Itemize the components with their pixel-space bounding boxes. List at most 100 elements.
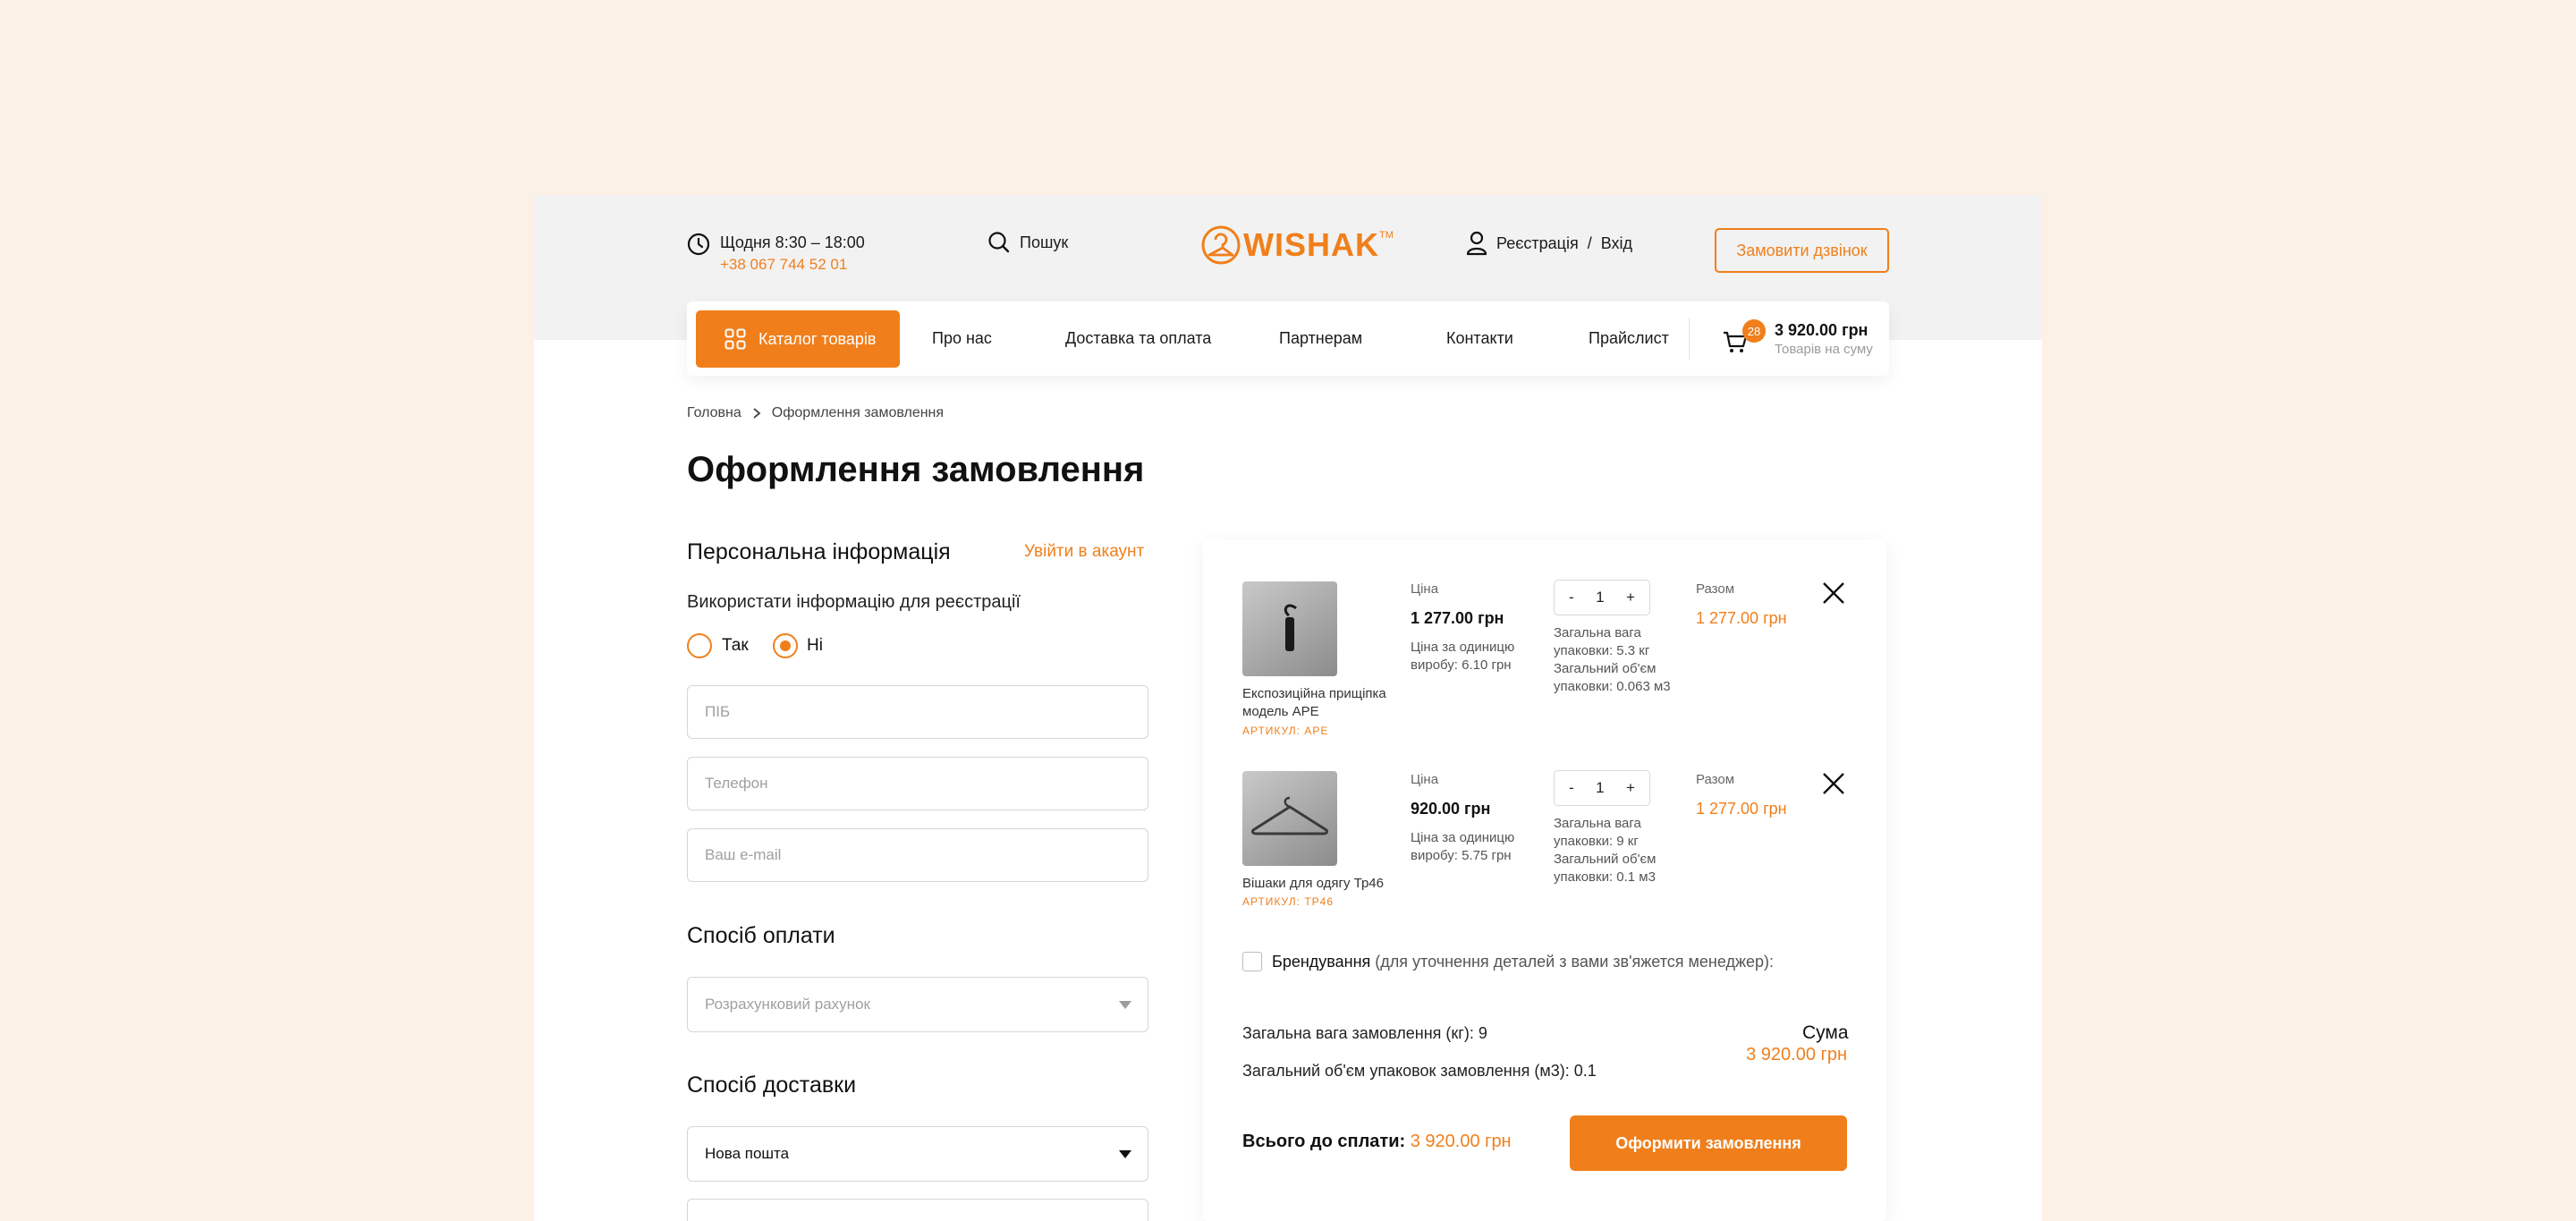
product-sku: АРТИКУЛ: ТР46 <box>1242 895 1334 908</box>
item-total-label: Разом <box>1696 581 1735 597</box>
unit-price-line: виробу: 5.75 грн <box>1411 848 1512 863</box>
email-field[interactable]: Ваш e-mail <box>687 828 1148 882</box>
search-button[interactable]: Пошук <box>987 231 1068 254</box>
login-link[interactable]: Вхід <box>1601 234 1632 253</box>
branding-checkbox[interactable] <box>1242 952 1262 971</box>
unit-price-line: Ціна за одиницю <box>1411 640 1515 655</box>
package-weight-line: Загальна вага <box>1554 625 1641 640</box>
register-question: Використати інформацію для реєстрації <box>687 592 1021 612</box>
unit-price: Ціна за одиницю виробу: 5.75 грн <box>1411 829 1514 865</box>
cart-caption: Товарів на суму <box>1775 342 1873 357</box>
next-field[interactable] <box>687 1199 1148 1221</box>
personal-info-title: Персональна інформація <box>687 539 951 564</box>
remove-item-close-icon[interactable] <box>1822 581 1845 605</box>
qty-minus-button[interactable]: - <box>1569 589 1574 606</box>
account-area: Реєстрація / Вхід <box>1466 231 1632 256</box>
payment-select[interactable]: Розрахунковий рахунок <box>687 977 1148 1032</box>
nav-item-partners[interactable]: Партнерам <box>1279 301 1362 376</box>
nav-item-pricelist[interactable]: Прайслист <box>1589 301 1669 376</box>
product-name-line: Експозиційна прищіпка <box>1242 686 1386 701</box>
qty-minus-button[interactable]: - <box>1569 779 1574 797</box>
delivery-title: Спосіб доставки <box>687 1073 857 1098</box>
dropdown-arrow-icon <box>1119 1001 1131 1009</box>
logo[interactable]: WISHAK TM <box>1200 225 1394 266</box>
total-volume: Загальний об'єм упаковок замовлення (м3)… <box>1242 1062 1597 1080</box>
remove-item-close-icon[interactable] <box>1822 772 1845 795</box>
branding-note: (для уточнення деталей з вами зв'яжется … <box>1375 953 1774 971</box>
order-call-button[interactable]: Замовити дзвінок <box>1715 228 1889 273</box>
product-image-ape[interactable] <box>1242 581 1337 676</box>
package-weight-line: Загальна вага <box>1554 816 1641 831</box>
package-info: Загальна вага упаковки: 5.3 кг Загальний… <box>1554 624 1671 696</box>
name-field[interactable]: ПІБ <box>687 685 1148 739</box>
radio-yes[interactable] <box>687 633 712 658</box>
qty-plus-button[interactable]: + <box>1626 779 1635 797</box>
nav-divider <box>1689 318 1690 360</box>
breadcrumb-home[interactable]: Головна <box>687 405 741 421</box>
package-weight-line: упаковки: 5.3 кг <box>1554 643 1650 658</box>
package-volume-line: упаковки: 0.063 м3 <box>1554 679 1671 694</box>
catalog-button[interactable]: Каталог товарів <box>696 310 900 368</box>
delivery-select[interactable]: Нова пошта <box>687 1126 1148 1182</box>
package-info: Загальна вага упаковки: 9 кг Загальний о… <box>1554 815 1656 886</box>
item-price: 1 277.00 грн <box>1411 609 1504 627</box>
login-account-link[interactable]: Увійти в акаунт <box>1024 542 1144 562</box>
package-volume-line: упаковки: 0.1 м3 <box>1554 869 1656 885</box>
radio-no[interactable] <box>773 633 798 658</box>
chevron-right-icon <box>752 407 761 420</box>
qty-value[interactable]: 1 <box>1596 779 1604 797</box>
radio-yes-label: Так <box>722 636 749 655</box>
grid-icon <box>724 328 746 350</box>
package-volume-line: Загальний об'єм <box>1554 661 1657 676</box>
payment-selected: Розрахунковий рахунок <box>705 996 870 1013</box>
clip-icon <box>1284 604 1297 651</box>
pay-row: Всього до сплати: 3 920.00 грн <box>1242 1132 1512 1152</box>
register-link[interactable]: Реєстрація <box>1496 234 1579 253</box>
user-icon <box>1466 231 1487 256</box>
sum-label: Сума <box>1802 1022 1849 1043</box>
package-weight-line: упаковки: 9 кг <box>1554 834 1639 849</box>
product-name-ape[interactable]: Експозиційна прищіпка модель APE <box>1242 685 1386 721</box>
item-total: 1 277.00 грн <box>1696 800 1787 818</box>
page-title: Оформлення замовлення <box>687 450 1145 489</box>
hanger-icon <box>1251 796 1328 835</box>
qty-value[interactable]: 1 <box>1596 589 1604 606</box>
phone-field[interactable]: Телефон <box>687 757 1148 810</box>
package-volume-line: Загальний об'єм <box>1554 852 1657 867</box>
search-icon <box>987 231 1011 254</box>
product-image-tr46[interactable] <box>1242 771 1337 866</box>
pay-label: Всього до сплати: <box>1242 1132 1406 1151</box>
item-total: 1 277.00 грн <box>1696 609 1787 627</box>
sum-value: 3 920.00 грн <box>1746 1045 1847 1064</box>
qty-plus-button[interactable]: + <box>1626 589 1635 606</box>
breadcrumb: Головна Оформлення замовлення <box>687 405 944 421</box>
branding-label: Брендування <box>1272 953 1371 971</box>
hanger-logo-icon <box>1200 225 1241 266</box>
search-label: Пошук <box>1020 233 1069 251</box>
working-hours: Щодня 8:30 – 18:00 <box>720 233 865 251</box>
item-price: 920.00 грн <box>1411 800 1491 818</box>
nav-item-about[interactable]: Про нас <box>932 301 992 376</box>
unit-price: Ціна за одиницю виробу: 6.10 грн <box>1411 639 1514 674</box>
total-weight: Загальна вага замовлення (кг): 9 <box>1242 1024 1487 1042</box>
product-name-line: модель APE <box>1242 704 1319 719</box>
logo-text: WISHAK <box>1243 226 1379 263</box>
quantity-stepper: - 1 + <box>1554 770 1650 806</box>
nav-item-contacts[interactable]: Контакти <box>1446 301 1513 376</box>
product-name-tr46[interactable]: Вішаки для одягу Тр46 <box>1242 875 1384 893</box>
place-order-button[interactable]: Оформити замовлення <box>1570 1115 1847 1171</box>
payment-title: Спосіб оплати <box>687 923 835 948</box>
unit-price-line: Ціна за одиницю <box>1411 830 1515 845</box>
unit-price-line: виробу: 6.10 грн <box>1411 657 1512 673</box>
cart-count-badge: 28 <box>1742 319 1766 343</box>
nav-item-delivery[interactable]: Доставка та оплата <box>1065 301 1211 376</box>
item-total-label: Разом <box>1696 772 1735 787</box>
clock-icon <box>687 233 710 256</box>
price-label: Ціна <box>1411 772 1439 787</box>
delivery-selected: Нова пошта <box>705 1145 790 1162</box>
main-nav: Каталог товарів Про нас Доставка та опла… <box>687 301 1889 376</box>
pay-value: 3 920.00 грн <box>1410 1132 1512 1151</box>
product-sku: АРТИКУЛ: APE <box>1242 725 1329 737</box>
radio-no-label: Ні <box>807 636 823 655</box>
phone-link[interactable]: +38 067 744 52 01 <box>720 256 847 274</box>
